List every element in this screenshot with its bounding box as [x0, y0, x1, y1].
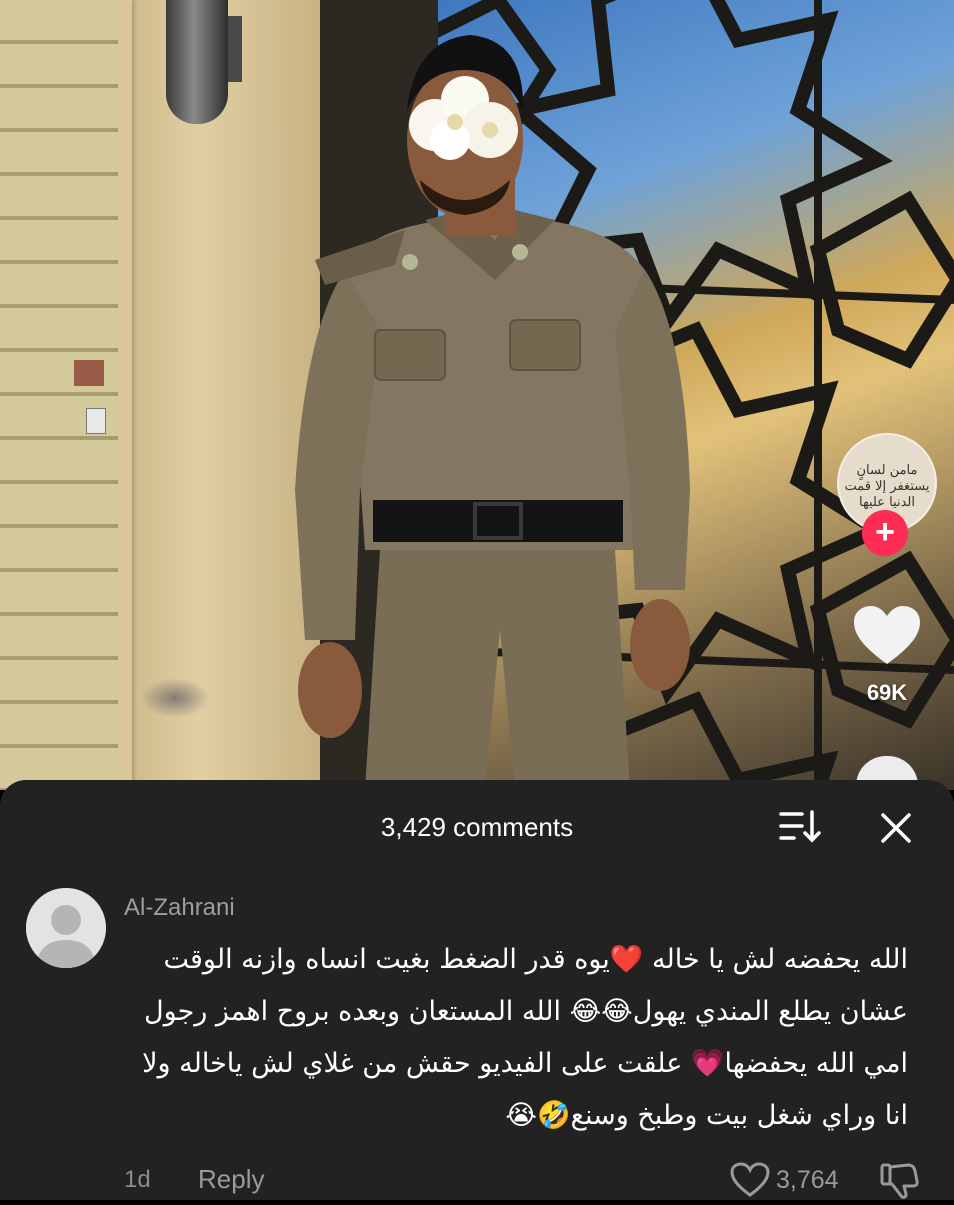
video-player[interactable]: مامن لسانٍ يستغفر إلا قمت الدنيا عليها +… [0, 0, 954, 790]
comment-line: امي الله يحفضها💗 علقت على الفيديو حقش من… [142, 1048, 908, 1079]
follow-button[interactable]: + [862, 510, 908, 556]
comment-body: الله يحفضه لش يا خاله ❤️يوه قدر الضغط بغ… [118, 934, 908, 1142]
sort-button[interactable] [778, 808, 822, 844]
comment-timestamp: 1d [124, 1166, 151, 1193]
plus-icon: + [875, 513, 895, 551]
creator-avatar-caption: مامن لسانٍ يستغفر إلا قمت الدنيا عليها [844, 463, 930, 510]
heart-icon [730, 1162, 770, 1197]
comment-like-button[interactable] [730, 1162, 770, 1198]
close-icon [881, 813, 911, 843]
wall-smudge [140, 678, 210, 718]
like-button[interactable] [852, 604, 922, 668]
commenter-username[interactable]: Al-Zahrani [124, 894, 235, 922]
comment-line: الله يحفضه لش يا خاله ❤️يوه قدر الضغط بغ… [163, 944, 908, 975]
pillar-edge [118, 0, 132, 790]
default-avatar-icon [26, 888, 106, 968]
dislike-icon [880, 1163, 919, 1199]
comments-sheet: 3,429 comments Al-Zahrani الله يحفضه لش … [0, 780, 954, 1200]
comment-line: انا وراي شغل بيت وطبخ وسنع🤣😭 [505, 1100, 908, 1131]
wall-sticker [74, 360, 104, 386]
dislike-button[interactable] [880, 1162, 920, 1200]
siding-wall [0, 0, 130, 790]
person-in-uniform [295, 35, 690, 790]
heart-icon [854, 606, 920, 664]
wall-lamp [166, 0, 228, 124]
comment-line: عشان يطلع المندي يهول😂😂 الله المستعان وب… [144, 996, 908, 1027]
comment-like-count: 3,764 [776, 1166, 839, 1194]
like-count: 69K [866, 680, 908, 705]
wall-tag [86, 408, 106, 434]
reply-button[interactable]: Reply [198, 1164, 264, 1195]
sort-icon [779, 810, 821, 843]
close-button[interactable] [876, 808, 916, 848]
commenter-avatar[interactable] [26, 888, 106, 968]
